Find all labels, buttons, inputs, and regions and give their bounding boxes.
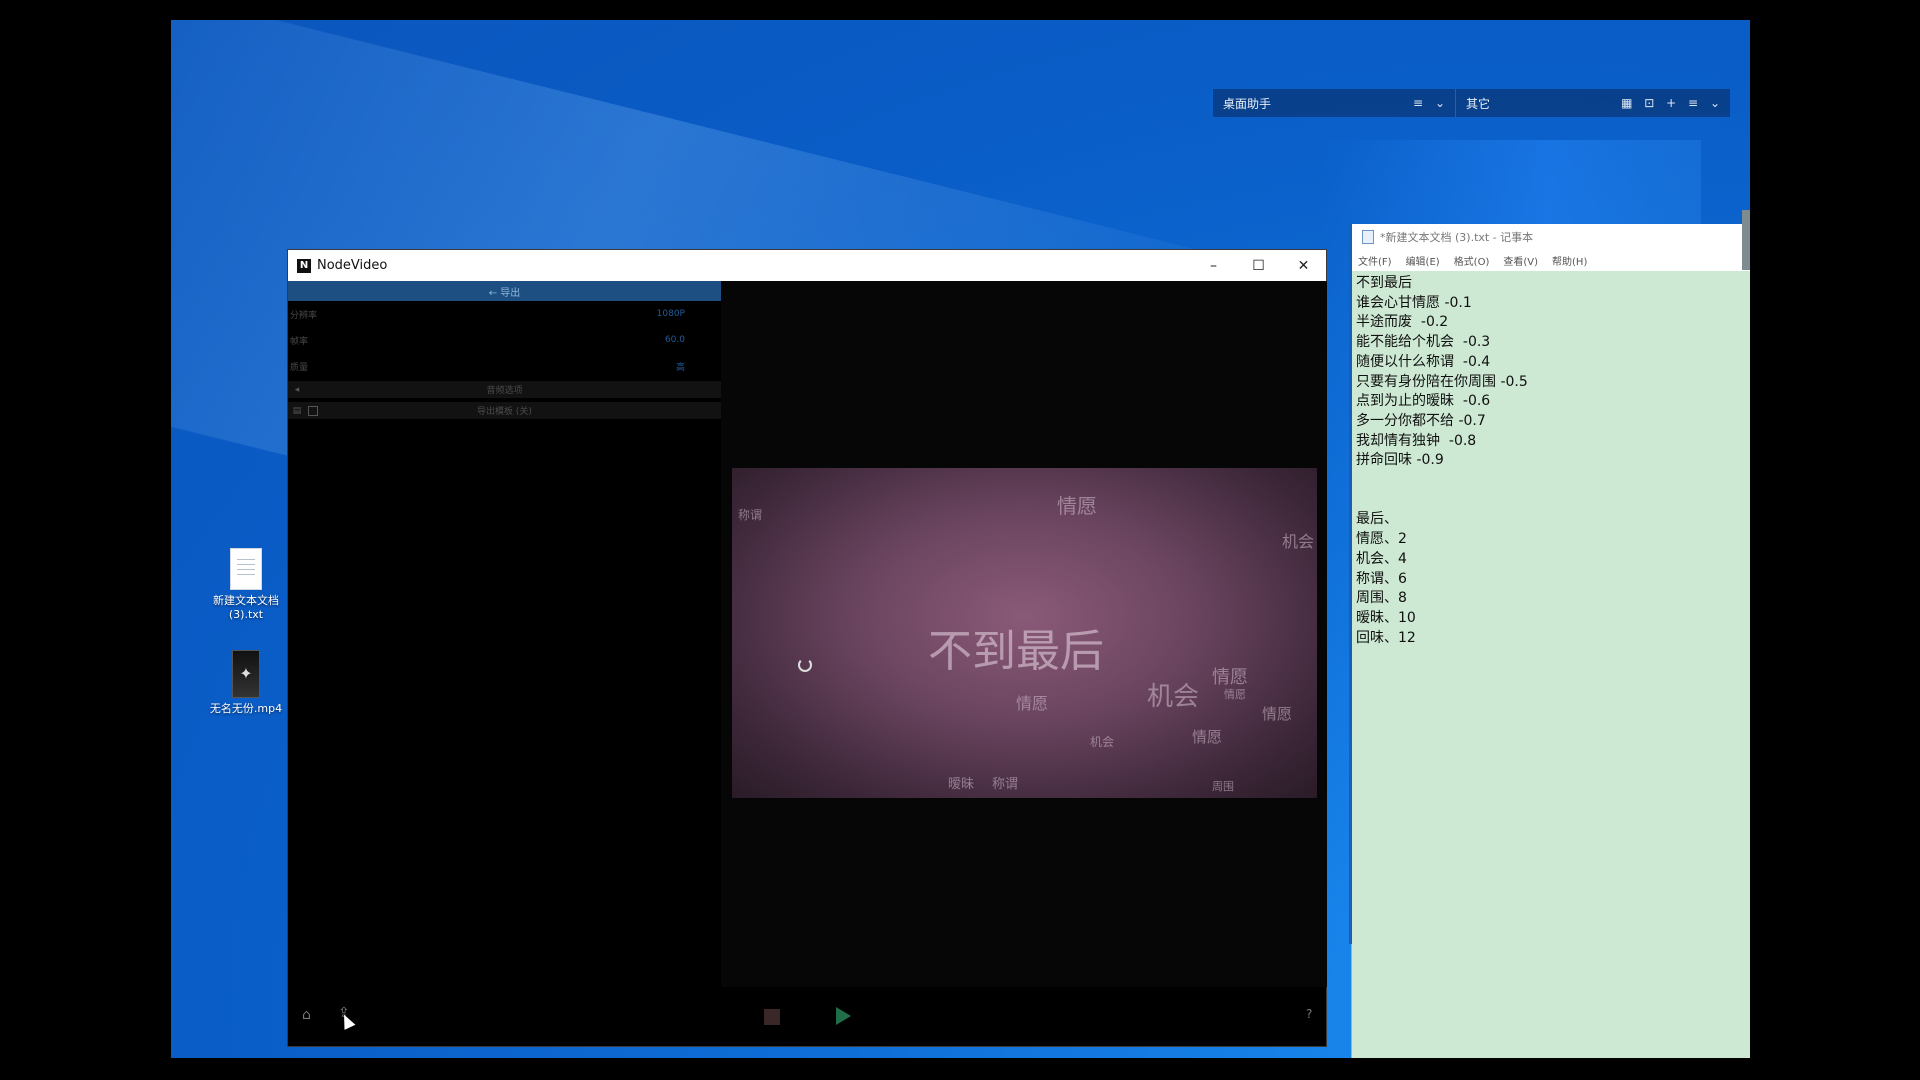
notepad-line: 能不能给个机会 -0.3 (1356, 334, 1491, 351)
notepad-line (1356, 471, 1746, 491)
preview-word: 情愿 (1224, 688, 1246, 701)
export-template-label: 导出模板 (关) (477, 407, 532, 417)
preview-main-text: 不到最后 (928, 626, 1104, 677)
notepad-line: 点到为止的暧昧 -0.6 (1356, 393, 1491, 410)
export-template-row[interactable]: ▤ 导出模板 (关) (288, 402, 721, 419)
menu-view[interactable]: 查看(V) (1503, 253, 1538, 268)
chevron-down-icon[interactable]: ⌄ (1710, 96, 1720, 110)
notepad-line: 谁会心甘情愿 -0.1 (1356, 294, 1472, 311)
notepad-line: 最后、 (1356, 511, 1398, 528)
setting-value[interactable]: 1080P (657, 309, 685, 319)
preview-word: 称谓 (992, 777, 1019, 792)
nodevideo-window: N NodeVideo – ☐ ✕ ← 导出 分辨率 1080P 帧率 60.0… (287, 249, 1327, 1047)
setting-quality[interactable]: 质量 高 (288, 353, 721, 379)
desktop-icon-label: 新建文本文档 (3).txt (213, 594, 279, 621)
speaker-icon: ◂ (294, 384, 300, 395)
minimize-button[interactable]: – (1191, 250, 1236, 281)
menu-icon[interactable]: ≡ (1688, 96, 1698, 110)
screen: 桌面助手 ≡ ⌄ 其它 ▦ ⊡ + ≡ ⌄ 新建文本文档 (3).txt ✦ 无… (0, 0, 1920, 1080)
loading-spinner-icon (798, 658, 812, 672)
video-preview[interactable]: 不到最后 情愿 机会 称谓 情愿 情愿 机会 情愿 情愿 机会 周围 情愿 称谓… (732, 468, 1317, 798)
maximize-button[interactable]: ☐ (1236, 250, 1281, 281)
preview-word: 情愿 (1057, 494, 1097, 518)
preview-word: 暧昧 (948, 777, 975, 792)
menu-edit[interactable]: 编辑(E) (1406, 253, 1440, 268)
group-title: 其它 (1466, 96, 1491, 111)
menu-file[interactable]: 文件(F) (1358, 253, 1392, 268)
preview-word: 称谓 (738, 508, 763, 522)
audio-options-label: 音频选项 (486, 386, 523, 396)
home-icon[interactable]: ⌂ (302, 1007, 311, 1023)
setting-label: 质量 (290, 362, 309, 373)
notepad-window: *新建文本文档 (3).txt - 记事本 文件(F) 编辑(E) 格式(O) … (1349, 210, 1750, 1058)
help-icon[interactable]: ? (1306, 1007, 1312, 1021)
notepad-line: 半途而废 -0.2 (1356, 314, 1449, 331)
desktop-icon-text-file[interactable]: 新建文本文档 (3).txt (206, 548, 286, 622)
audio-options-row[interactable]: ◂ 音频选项 (288, 381, 721, 398)
template-icon: ▤ (292, 405, 302, 416)
menu-icon[interactable]: ≡ (1413, 96, 1423, 110)
preview-word: 周围 (1212, 780, 1234, 793)
setting-resolution[interactable]: 分辨率 1080P (288, 301, 721, 327)
menu-format[interactable]: 格式(O) (1454, 253, 1490, 268)
notepad-line: 机会、4 (1356, 550, 1407, 567)
preview-word: 机会 (1147, 682, 1200, 712)
title-bar[interactable]: N NodeVideo – ☐ ✕ (288, 250, 1326, 281)
preview-area: 不到最后 情愿 机会 称谓 情愿 情愿 机会 情愿 情愿 机会 周围 情愿 称谓… (721, 281, 1327, 987)
notepad-icon (1362, 230, 1374, 244)
notepad-line: 随便以什么称谓 -0.4 (1356, 353, 1491, 370)
setting-label: 帧率 (290, 336, 309, 347)
notepad-line: 只要有身份陪在你周围 -0.5 (1356, 373, 1528, 390)
notepad-line (1356, 491, 1746, 511)
other-group[interactable]: 其它 ▦ ⊡ + ≡ ⌄ (1456, 89, 1730, 117)
notepad-line: 多一分你都不给 -0.7 (1356, 412, 1486, 429)
window-title: NodeVideo (317, 258, 388, 273)
notepad-text-area[interactable]: 不到最后谁会心甘情愿 -0.1 半途而废 -0.2 能不能给个机会 -0.3 随便以什… (1352, 271, 1750, 651)
stop-button[interactable] (764, 1009, 780, 1025)
notepad-line: 回味、12 (1356, 629, 1416, 646)
plus-icon[interactable]: + (1666, 96, 1676, 110)
grid-icon[interactable]: ▦ (1621, 96, 1632, 110)
preview-word: 情愿 (1016, 694, 1049, 713)
notepad-line: 暧昧、10 (1356, 609, 1416, 626)
export-panel: ← 导出 分辨率 1080P 帧率 60.0 质量 高 ◂ 音频选项 ▤ 导出模… (288, 281, 721, 987)
desktop-icon-label: 无名无份.mp4 (209, 702, 283, 715)
setting-value[interactable]: 高 (676, 360, 685, 373)
bottom-toolbar: ⌂ ⇪ ? (288, 987, 1326, 1046)
export-header-button[interactable]: ← 导出 (288, 281, 721, 301)
app-logo-icon: N (297, 258, 311, 273)
lock-icon[interactable]: ⊡ (1644, 96, 1654, 110)
menu-help[interactable]: 帮助(H) (1552, 253, 1587, 268)
text-file-icon (230, 548, 262, 590)
desktop-helper-bar: 桌面助手 ≡ ⌄ 其它 ▦ ⊡ + ≡ ⌄ (1213, 89, 1730, 117)
desktop-icon-video-file[interactable]: ✦ 无名无份.mp4 (206, 650, 286, 716)
notepad-line: 称谓、6 (1356, 570, 1407, 587)
play-button[interactable] (836, 1007, 851, 1025)
notepad-line: 周围、8 (1356, 590, 1407, 607)
window-edge (1349, 224, 1352, 944)
notepad-menu-bar: 文件(F) 编辑(E) 格式(O) 查看(V) 帮助(H) (1352, 250, 1750, 271)
setting-value[interactable]: 60.0 (665, 335, 685, 345)
preview-word: 机会 (1282, 532, 1315, 551)
scrollbar[interactable] (1742, 210, 1750, 270)
setting-label: 分辨率 (290, 310, 318, 321)
export-template-checkbox[interactable] (308, 405, 318, 416)
video-file-icon: ✦ (232, 650, 260, 698)
desktop-helper-group[interactable]: 桌面助手 ≡ ⌄ (1213, 89, 1456, 117)
preview-word: 情愿 (1262, 705, 1293, 723)
preview-word: 情愿 (1192, 728, 1223, 746)
notepad-line: 拼命回味 -0.9 (1356, 452, 1444, 469)
notepad-line: 情愿、2 (1356, 531, 1407, 548)
notepad-line: 不到最后 (1356, 275, 1412, 291)
notepad-line: 我却情有独钟 -0.8 (1356, 432, 1477, 449)
notepad-title-bar[interactable]: *新建文本文档 (3).txt - 记事本 (1352, 224, 1750, 250)
chevron-down-icon[interactable]: ⌄ (1435, 96, 1445, 110)
preview-word: 机会 (1090, 735, 1115, 749)
group-title: 桌面助手 (1223, 96, 1272, 111)
notepad-title: *新建文本文档 (3).txt - 记事本 (1380, 231, 1534, 244)
setting-framerate[interactable]: 帧率 60.0 (288, 327, 721, 353)
close-button[interactable]: ✕ (1281, 250, 1326, 281)
